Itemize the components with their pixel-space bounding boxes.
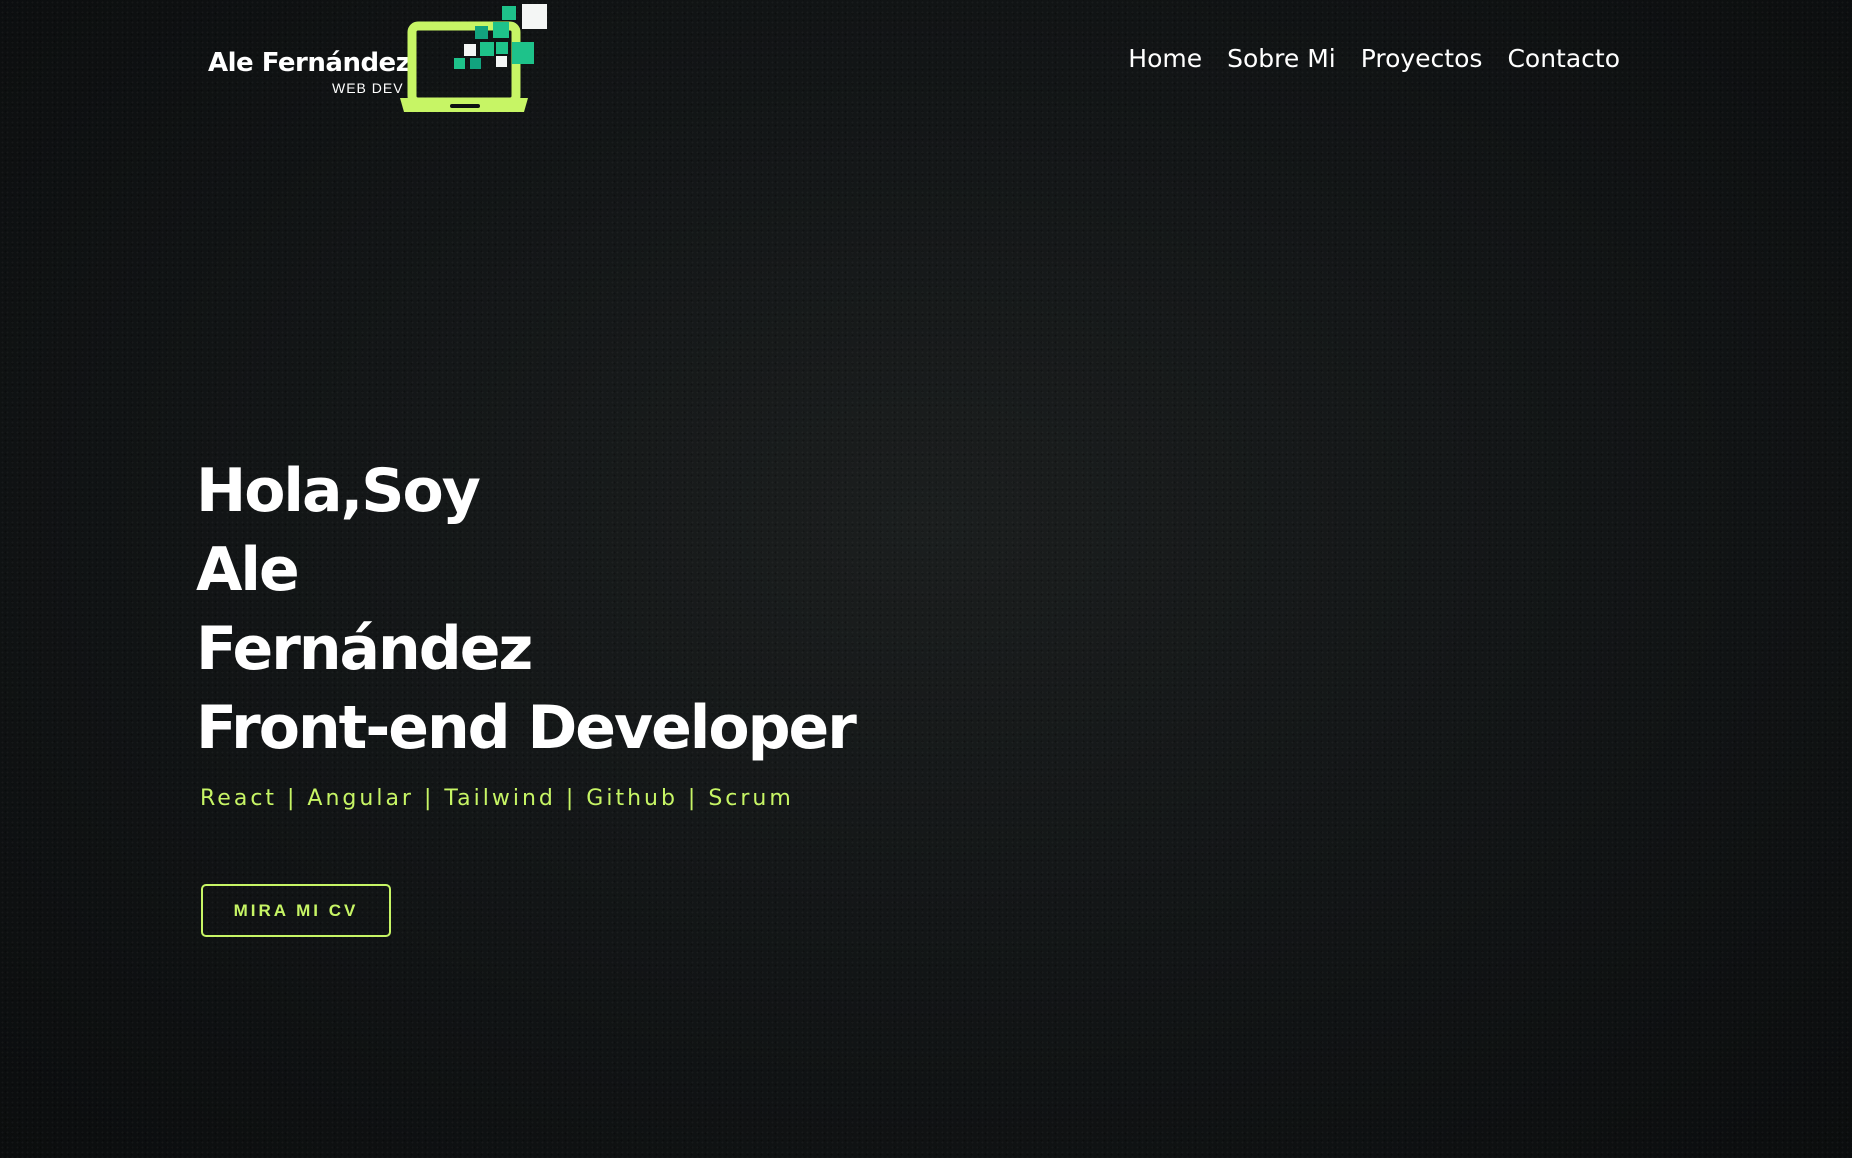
main-nav: Home Sobre Mi Proyectos Contacto bbox=[1128, 44, 1620, 73]
logo-subtitle: WEB DEV bbox=[332, 80, 404, 96]
hero-line-role: Front-end Developer bbox=[196, 693, 857, 763]
view-cv-button[interactable]: MIRA MI CV bbox=[201, 884, 391, 937]
hero-line-greeting: Hola,Soy bbox=[196, 456, 481, 526]
hero-line-first-name: Ale bbox=[196, 535, 300, 605]
nav-home[interactable]: Home bbox=[1128, 44, 1202, 73]
hero-line-last-name: Fernández bbox=[196, 614, 533, 684]
laptop-pixels-icon bbox=[400, 4, 547, 112]
nav-proyectos[interactable]: Proyectos bbox=[1361, 44, 1483, 73]
logo[interactable]: Ale Fernández WEB DEV bbox=[208, 0, 548, 118]
nav-sobre-mi[interactable]: Sobre Mi bbox=[1227, 44, 1336, 73]
hero-heading: Hola,Soy Ale Fernández Front-end Develop… bbox=[196, 452, 1096, 768]
skills-list: React | Angular | Tailwind | Github | Sc… bbox=[200, 786, 794, 811]
nav-contacto[interactable]: Contacto bbox=[1507, 44, 1620, 73]
hero-section: Hola,Soy Ale Fernández Front-end Develop… bbox=[196, 452, 1096, 811]
logo-name: Ale Fernández bbox=[208, 48, 411, 78]
site-header: Ale Fernández WEB DEV Home Sobre Mi Proy… bbox=[0, 0, 1852, 120]
